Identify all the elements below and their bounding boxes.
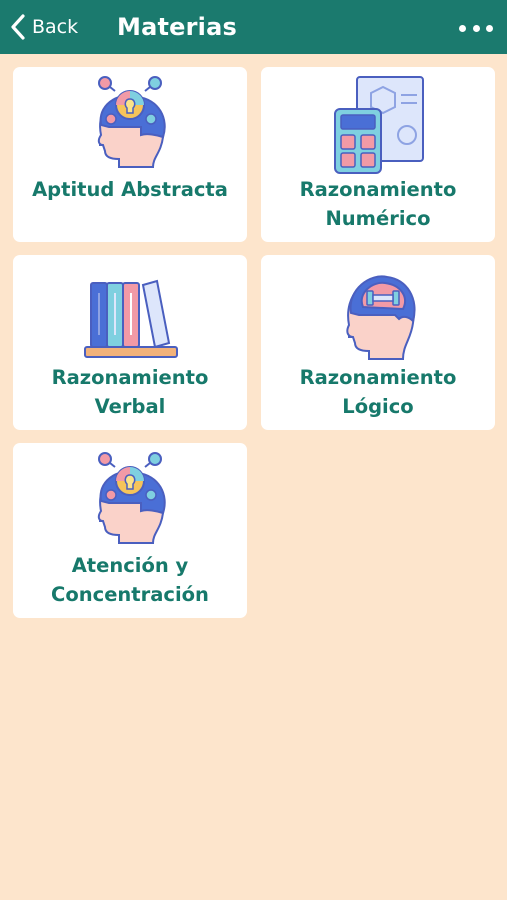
subject-card-razonamiento-numerico[interactable]: Razonamiento Numérico	[261, 67, 495, 242]
subject-card-razonamiento-verbal[interactable]: Razonamiento Verbal	[13, 255, 247, 430]
back-label: Back	[32, 16, 79, 38]
more-horizontal-icon	[459, 24, 466, 32]
head-lightbulb-icon	[97, 452, 166, 544]
subject-label: Razonamiento Lógico	[299, 366, 457, 418]
subject-label: Razonamiento Verbal	[51, 366, 209, 418]
subject-card-aptitud-abstracta[interactable]: Aptitud Abstracta	[13, 67, 247, 242]
head-lightbulb-icon	[97, 76, 166, 168]
subject-label: Atención y Concentración	[51, 554, 209, 606]
calculator-icon	[334, 76, 424, 174]
brain-dumbbell-icon	[346, 275, 416, 360]
subject-label: Aptitud Abstracta	[32, 178, 228, 201]
books-icon	[84, 279, 178, 358]
more-button[interactable]	[459, 14, 493, 42]
subject-card-razonamiento-logico[interactable]: Razonamiento Lógico	[261, 255, 495, 430]
subject-card-atencion-concentracion[interactable]: Atención y Concentración	[13, 443, 247, 618]
top-bar: Back Materias	[0, 0, 507, 54]
subject-label: Razonamiento Numérico	[299, 178, 457, 230]
page-title: Materias	[117, 13, 237, 41]
chevron-left-icon	[10, 13, 26, 41]
back-button[interactable]: Back	[10, 12, 78, 42]
